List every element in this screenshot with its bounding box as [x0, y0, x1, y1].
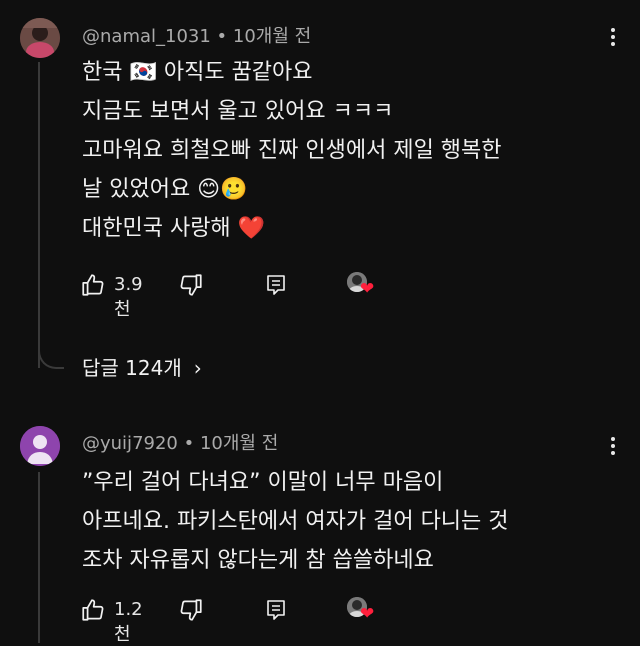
comment-time[interactable]: 10개월 전	[233, 26, 311, 47]
heart-icon: ❤	[360, 604, 375, 624]
avatar[interactable]	[20, 18, 60, 58]
separator: •	[183, 433, 195, 454]
comment-line: 지금도 보면서 울고 있어요 ㅋㅋㅋ	[82, 99, 394, 124]
comment-text: ”우리 걸어 다녀요” 이말이 너무 마음이 아프네요. 파키스탄에서 여자가 …	[82, 463, 509, 580]
comment-line: 고마워요 희철오빠 진짜 인생에서 제일 행복한	[82, 138, 502, 163]
replies-toggle[interactable]: 답글 124개 ›	[82, 352, 202, 381]
comment-line: 대한민국 사랑해 ❤️	[82, 216, 266, 241]
comment-thread-2: @yuij7920 • 10개월 전 ”우리 걸어 다녀요” 이말이 너무 마음…	[0, 412, 640, 645]
thumb-down-icon	[180, 599, 202, 621]
more-vert-icon[interactable]	[610, 28, 616, 49]
comment-header: @yuij7920 • 10개월 전	[82, 429, 278, 455]
comment-thread-1: @namal_1031 • 10개월 전 한국 🇰🇷 아직도 꿈같아요 지금도 …	[0, 0, 640, 405]
thumb-up-icon	[82, 274, 104, 296]
author-name[interactable]: @yuij7920	[82, 433, 178, 454]
separator: •	[216, 26, 228, 47]
replies-label: 답글 124개	[82, 356, 182, 380]
comment-time[interactable]: 10개월 전	[200, 433, 278, 454]
heart-icon: ❤	[360, 279, 375, 299]
reply-button[interactable]	[264, 597, 288, 627]
thumb-up-icon	[82, 599, 104, 621]
dislike-button[interactable]	[178, 597, 204, 627]
comment-line: ”우리 걸어 다녀요” 이말이 너무 마음이	[82, 470, 444, 495]
reply-icon	[267, 275, 285, 295]
comment-line: 아프네요. 파키스탄에서 여자가 걸어 다니는 것	[82, 509, 509, 534]
thread-curve	[38, 342, 64, 369]
more-vert-icon[interactable]	[610, 437, 616, 458]
thread-line	[38, 472, 40, 643]
comment-line: 한국 🇰🇷 아직도 꿈같아요	[82, 60, 313, 85]
reply-icon	[267, 600, 285, 620]
thread-line	[38, 62, 40, 368]
dislike-button[interactable]	[178, 272, 204, 302]
reply-button[interactable]	[264, 272, 288, 302]
comment-line: 날 있었어요 😊🥲	[82, 177, 248, 202]
author-name[interactable]: @namal_1031	[82, 26, 211, 47]
comment-text: 한국 🇰🇷 아직도 꿈같아요 지금도 보면서 울고 있어요 ㅋㅋㅋ 고마워요 희…	[82, 53, 502, 248]
creator-heart-badge: ❤	[345, 270, 381, 300]
comment-line: 조차 자유롭지 않다는게 참 씁쓸하네요	[82, 548, 434, 573]
like-button[interactable]: 3.9천	[80, 272, 143, 320]
creator-heart-badge: ❤	[345, 595, 381, 625]
like-count: 1.2천	[114, 599, 143, 645]
like-button[interactable]: 1.2천	[80, 597, 143, 645]
comment-header: @namal_1031 • 10개월 전	[82, 22, 311, 48]
thumb-down-icon	[180, 274, 202, 296]
like-count: 3.9천	[114, 274, 143, 320]
chevron-right-icon: ›	[193, 356, 202, 380]
avatar[interactable]	[20, 426, 60, 466]
